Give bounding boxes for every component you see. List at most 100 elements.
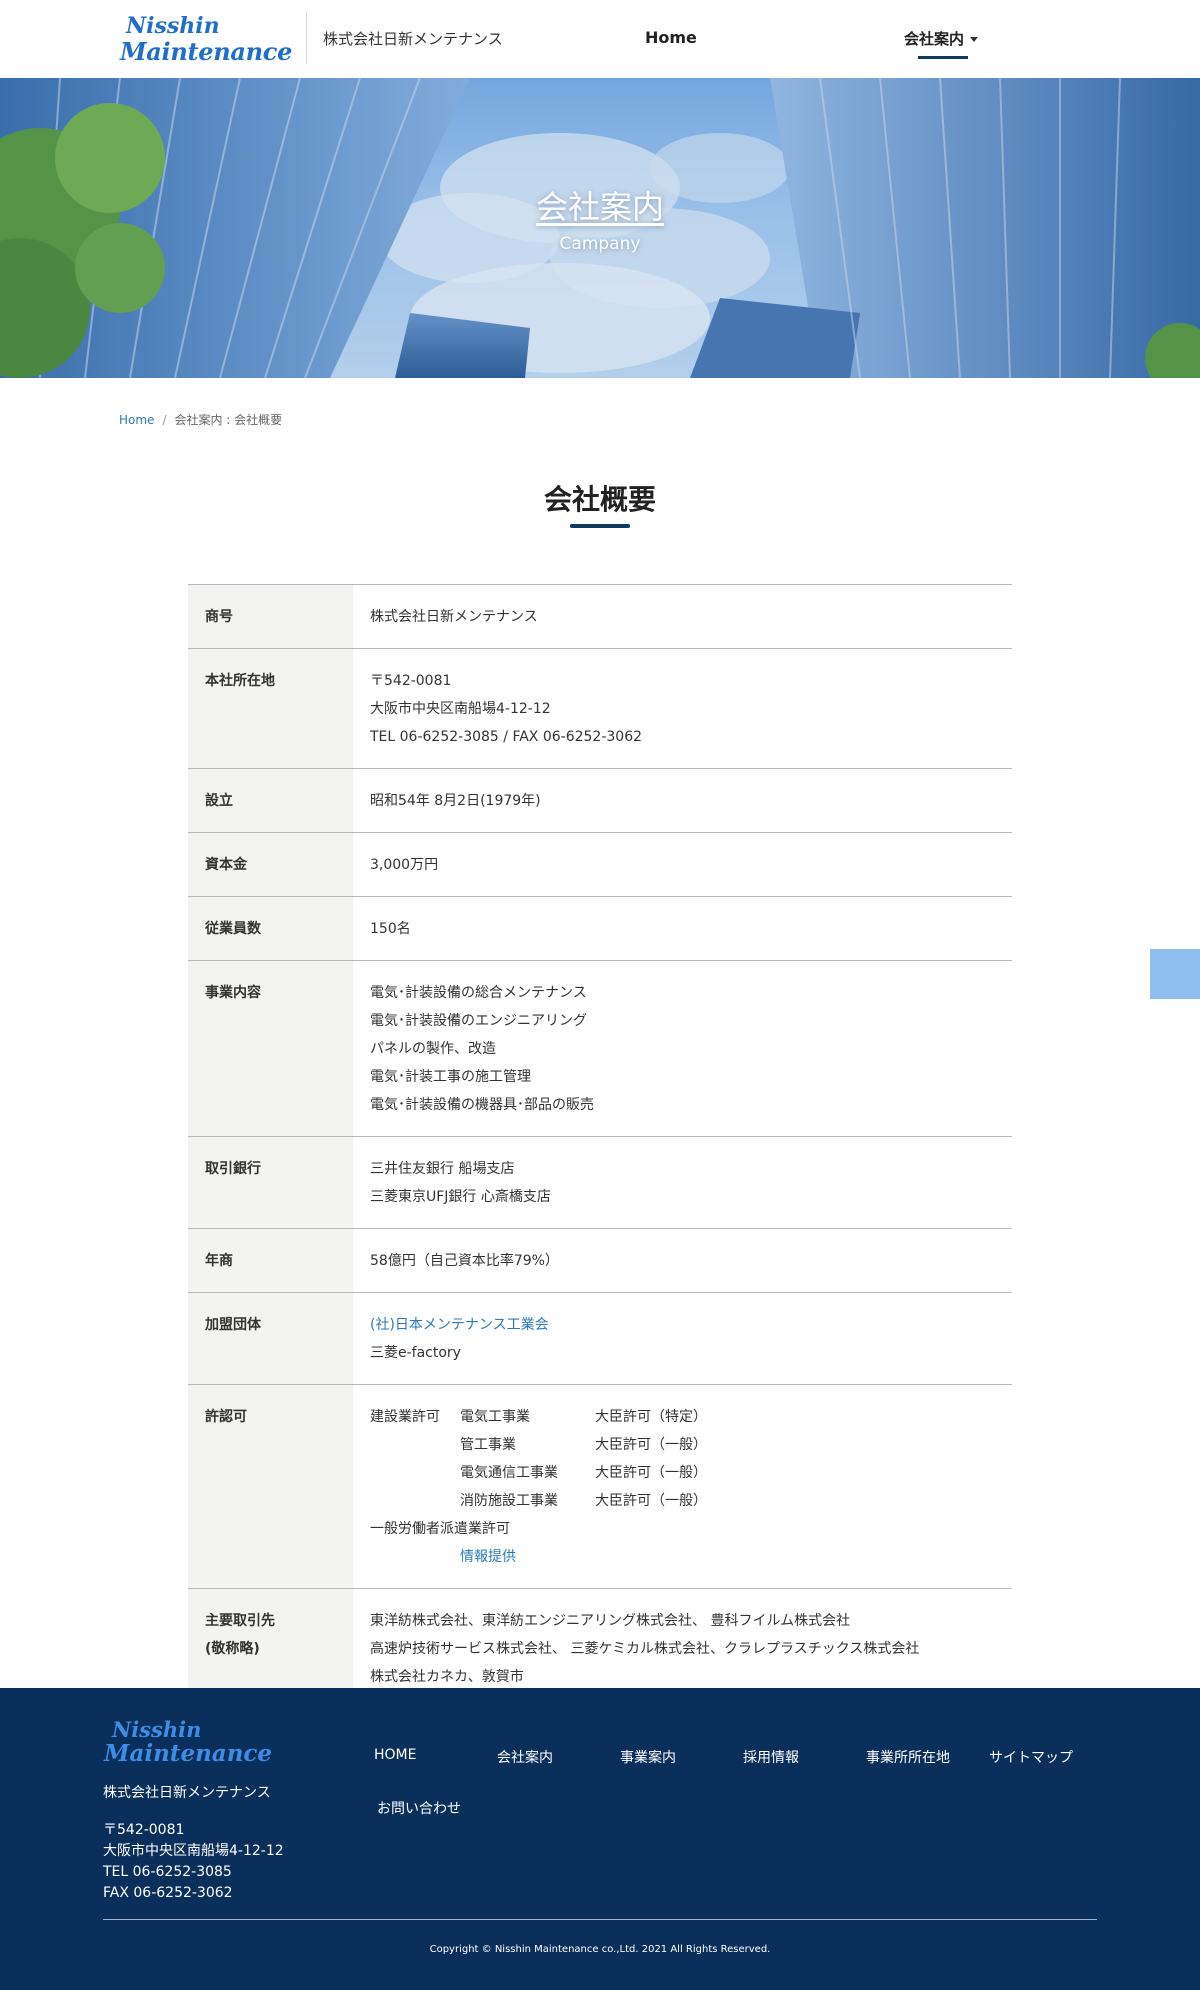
- office-tel-fax: TEL 06-6252-3085 / FAX 06-6252-3062: [370, 729, 643, 745]
- footer-tel: TEL 06-6252-3085: [103, 1864, 232, 1880]
- row-label: 許認可: [188, 1384, 353, 1589]
- footer-logo[interactable]: Nisshin Maintenance: [104, 1718, 272, 1766]
- footer-address: 大阪市中央区南船場4-12-12: [103, 1843, 284, 1859]
- table-row-annual-sales: 年商 58億円（自己資本比率79%）: [188, 1228, 1012, 1293]
- logo-line-1: Nisshin: [126, 13, 220, 39]
- table-row-established: 設立 昭和54年 8月2日(1979年): [188, 768, 1012, 833]
- site-footer: Nisshin Maintenance 株式会社日新メンテナンス 〒542-00…: [0, 1688, 1200, 1990]
- row-label: 本社所在地: [188, 648, 353, 769]
- site-logo[interactable]: Nisshin Maintenance: [120, 13, 293, 66]
- table-row-business: 事業内容 電気･計装設備の総合メンテナンス 電気･計装設備のエンジニアリング パ…: [188, 960, 1012, 1137]
- footer-address-block: 〒542-0081 大阪市中央区南船場4-12-12 TEL 06-6252-3…: [103, 1820, 284, 1904]
- site-header: Nisshin Maintenance 株式会社日新メンテナンス Home 会社…: [0, 0, 1200, 78]
- hero-title: 会社案内: [535, 188, 664, 226]
- construction-license-label: 建設業許可: [370, 1409, 440, 1425]
- footer-nav-offices[interactable]: 事業所所在地: [866, 1747, 950, 1767]
- association-link[interactable]: (社)日本メンテナンス工業会: [370, 1311, 995, 1339]
- license-row: 消防施設工事業 大臣許可（一般）: [370, 1487, 995, 1515]
- row-value: 昭和54年 8月2日(1979年): [353, 769, 1012, 833]
- logo-line-2: Maintenance: [120, 37, 293, 66]
- license-spacer: [370, 1543, 460, 1571]
- license-spacer: [370, 1459, 460, 1487]
- row-value: 三井住友銀行 船場支店 三菱東京UFJ銀行 心斎橋支店: [353, 1137, 1012, 1229]
- client-item: 東洋紡株式会社、東洋紡エンジニアリング株式会社、 豊科フイルム株式会社: [370, 1613, 851, 1629]
- row-label: 設立: [188, 768, 353, 833]
- footer-nav-recruit[interactable]: 採用情報: [743, 1747, 799, 1767]
- employees-value: 150名: [370, 921, 411, 937]
- table-row-associations: 加盟団体 (社)日本メンテナンス工業会 三菱e-factory: [188, 1292, 1012, 1385]
- breadcrumb-separator: /: [162, 413, 167, 427]
- dispatch-license-row: 一般労働者派遣業許可: [370, 1515, 995, 1543]
- license-work: 電気通信工事業: [460, 1465, 558, 1481]
- license-type: 大臣許可（一般）: [595, 1465, 707, 1481]
- business-item: 電気･計装工事の施工管理: [370, 1069, 531, 1085]
- row-value: 株式会社日新メンテナンス: [353, 585, 1012, 649]
- license-spacer: [370, 1487, 460, 1515]
- nav-active-underline: [918, 56, 968, 59]
- breadcrumb-current: 会社案内 : 会社概要: [174, 413, 283, 427]
- license-row: 管工事業 大臣許可（一般）: [370, 1431, 995, 1459]
- row-label: 従業員数: [188, 896, 353, 961]
- header-company-name: 株式会社日新メンテナンス: [323, 30, 503, 48]
- license-work: 電気工事業: [460, 1409, 530, 1425]
- license-work: 消防施設工事業: [460, 1493, 558, 1509]
- office-address: 大阪市中央区南船場4-12-12: [370, 701, 551, 717]
- breadcrumb-home-link[interactable]: Home: [119, 413, 154, 427]
- footer-copyright: Copyright © Nisshin Maintenance co.,Ltd.…: [429, 1944, 771, 1955]
- row-value: 電気･計装設備の総合メンテナンス 電気･計装設備のエンジニアリング パネルの製作…: [353, 961, 1012, 1137]
- table-row-licenses: 許認可 建設業許可 電気工事業 大臣許可（特定） 管工事業 大臣許可（一般） 電…: [188, 1384, 1012, 1589]
- client-item: 株式会社カネカ、敦賀市: [370, 1669, 524, 1685]
- license-row: 建設業許可 電気工事業 大臣許可（特定）: [370, 1403, 995, 1431]
- hero-banner: 会社案内 Campany: [0, 78, 1200, 378]
- business-item: 電気･計装設備の総合メンテナンス: [370, 985, 587, 1001]
- table-row-employees: 従業員数 150名: [188, 896, 1012, 961]
- footer-nav-contact[interactable]: お問い合わせ: [377, 1798, 461, 1818]
- page-title: 会社概要: [543, 483, 656, 516]
- clients-label: 主要取引先: [205, 1613, 275, 1629]
- row-label: 事業内容: [188, 960, 353, 1137]
- side-floating-tab[interactable]: [1150, 949, 1200, 999]
- footer-nav-company[interactable]: 会社案内: [497, 1747, 553, 1767]
- footer-nav-business[interactable]: 事業案内: [620, 1747, 676, 1767]
- row-value: 〒542-0081 大阪市中央区南船場4-12-12 TEL 06-6252-3…: [353, 649, 1012, 769]
- table-row-head-office: 本社所在地 〒542-0081 大阪市中央区南船場4-12-12 TEL 06-…: [188, 648, 1012, 769]
- caret-down-icon: [970, 37, 979, 42]
- office-postal: 〒542-0081: [370, 673, 452, 689]
- annual-sales-value: 58億円（自己資本比率79%）: [370, 1253, 559, 1269]
- capital-value: 3,000万円: [370, 857, 439, 873]
- business-item: 電気･計装設備のエンジニアリング: [370, 1013, 587, 1029]
- license-type: 大臣許可（一般）: [595, 1437, 707, 1453]
- association-other: 三菱e-factory: [370, 1345, 461, 1361]
- row-label: 資本金: [188, 832, 353, 897]
- row-value: 建設業許可 電気工事業 大臣許可（特定） 管工事業 大臣許可（一般） 電気通信工…: [353, 1385, 1012, 1589]
- hero-subtitle: Campany: [559, 234, 641, 254]
- row-value: 150名: [353, 897, 1012, 961]
- nav-home-link[interactable]: Home: [645, 28, 697, 47]
- row-value: 58億円（自己資本比率79%）: [353, 1229, 1012, 1293]
- info-link-row: 情報提供: [370, 1543, 995, 1571]
- footer-logo-line-2: Maintenance: [104, 1740, 273, 1767]
- license-spacer: [370, 1431, 460, 1459]
- footer-company-name: 株式会社日新メンテナンス: [103, 1785, 271, 1801]
- footer-nav-home[interactable]: HOME: [374, 1747, 416, 1763]
- table-row-trade-name: 商号 株式会社日新メンテナンス: [188, 584, 1012, 649]
- page-title-underline: [570, 524, 630, 528]
- license-type: 大臣許可（特定）: [595, 1409, 707, 1425]
- logo-divider: [306, 12, 307, 64]
- row-value: 3,000万円: [353, 833, 1012, 897]
- hero-skyline-illustration: [0, 78, 1200, 378]
- license-row: 電気通信工事業 大臣許可（一般）: [370, 1459, 995, 1487]
- table-row-banks: 取引銀行 三井住友銀行 船場支店 三菱東京UFJ銀行 心斎橋支店: [188, 1136, 1012, 1229]
- business-item: 電気･計装設備の機器具･部品の販売: [370, 1097, 594, 1113]
- client-item: 高速炉技術サービス株式会社、 三菱ケミカル株式会社、クラレプラスチックス株式会社: [370, 1641, 920, 1657]
- nav-company-label: 会社案内: [904, 30, 965, 48]
- dispatch-license: 一般労働者派遣業許可: [370, 1521, 510, 1537]
- nav-company-dropdown[interactable]: 会社案内: [904, 28, 979, 49]
- footer-nav-sitemap[interactable]: サイトマップ: [989, 1747, 1073, 1767]
- license-type: 大臣許可（一般）: [595, 1493, 707, 1509]
- footer-postal: 〒542-0081: [103, 1822, 185, 1838]
- company-info-table: 商号 株式会社日新メンテナンス 本社所在地 〒542-0081 大阪市中央区南船…: [188, 584, 1012, 1709]
- info-disclosure-link[interactable]: 情報提供: [460, 1543, 516, 1571]
- bank-item: 三菱東京UFJ銀行 心斎橋支店: [370, 1189, 551, 1205]
- established-value: 昭和54年 8月2日(1979年): [370, 793, 541, 809]
